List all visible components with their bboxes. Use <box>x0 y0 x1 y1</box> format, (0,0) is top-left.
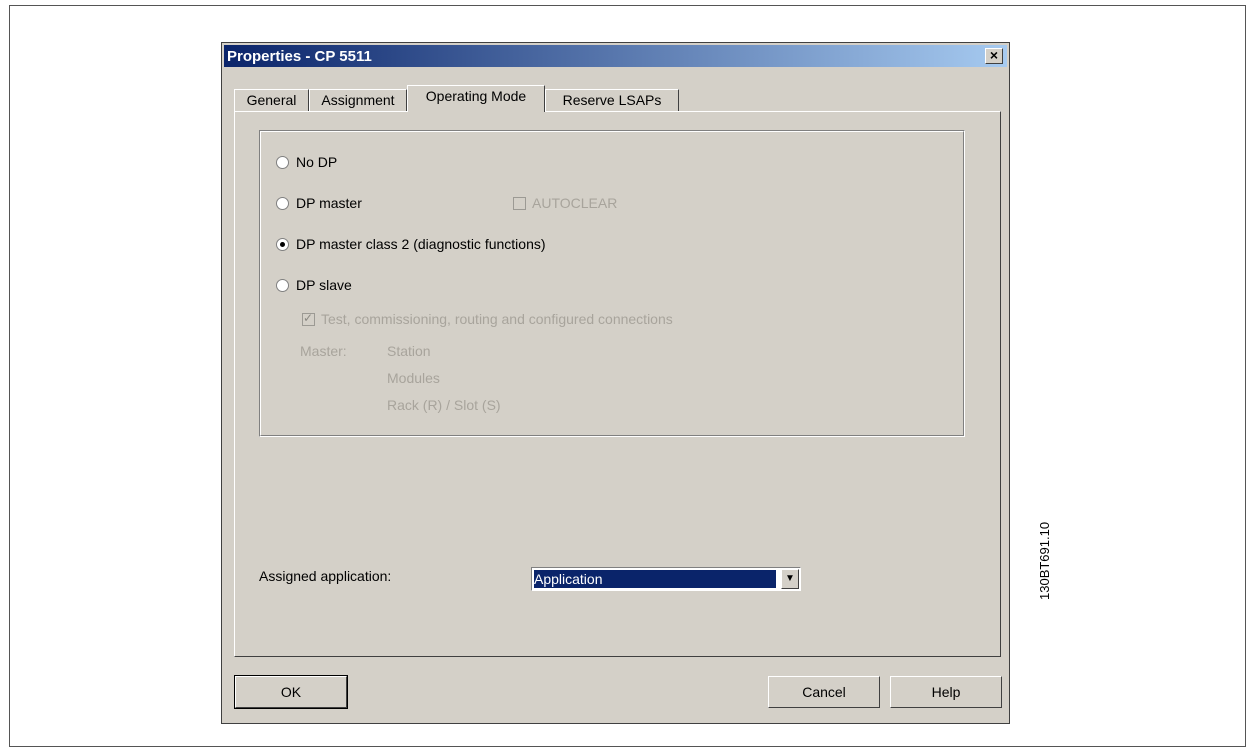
radio-dp-master[interactable]: DP master <box>276 195 362 211</box>
radio-no-dp[interactable]: No DP <box>276 154 337 170</box>
tab-operating-mode[interactable]: Operating Mode <box>407 85 545 112</box>
radio-dp-master-class2[interactable]: DP master class 2 (diagnostic functions) <box>276 236 546 252</box>
rack-slot-label: Rack (R) / Slot (S) <box>387 397 501 413</box>
cancel-button[interactable]: Cancel <box>768 676 880 708</box>
station-label: Station <box>387 343 431 359</box>
radio-dp-master-class2-label: DP master class 2 (diagnostic functions) <box>296 236 546 252</box>
master-label: Master: <box>300 343 347 359</box>
figure-code: 130BT691.10 <box>1037 521 1052 600</box>
operating-mode-group: No DP DP master AUTOCLEAR DP master clas… <box>259 130 965 437</box>
ok-button[interactable]: OK <box>234 675 348 709</box>
assigned-application-label: Assigned application: <box>259 568 392 584</box>
title-bar: Properties - CP 5511 × <box>224 45 1007 67</box>
chevron-down-icon[interactable]: ▼ <box>781 569 799 589</box>
radio-button-selected[interactable] <box>276 238 289 251</box>
tab-assignment[interactable]: Assignment <box>309 89 407 111</box>
assigned-application-value: Application <box>534 570 776 588</box>
assigned-application-select[interactable]: Application ▼ <box>531 567 801 591</box>
radio-dp-slave-label: DP slave <box>296 277 352 293</box>
help-button[interactable]: Help <box>890 676 1002 708</box>
radio-dp-master-label: DP master <box>296 195 362 211</box>
checkbox-test-commissioning[interactable]: Test, commissioning, routing and configu… <box>302 311 673 327</box>
close-icon[interactable]: × <box>985 48 1003 64</box>
checkbox-checked[interactable] <box>302 311 315 326</box>
properties-dialog: Properties - CP 5511 × General Assignmen… <box>221 42 1010 724</box>
autoclear-label: AUTOCLEAR <box>532 195 618 211</box>
operating-mode-panel: No DP DP master AUTOCLEAR DP master clas… <box>234 111 1001 657</box>
tab-reserve-lsaps[interactable]: Reserve LSAPs <box>545 89 679 111</box>
test-commissioning-label: Test, commissioning, routing and configu… <box>321 311 673 327</box>
checkbox-autoclear[interactable]: AUTOCLEAR <box>513 195 617 211</box>
radio-button[interactable] <box>276 197 289 210</box>
radio-dp-slave[interactable]: DP slave <box>276 277 352 293</box>
modules-label: Modules <box>387 370 440 386</box>
radio-no-dp-label: No DP <box>296 154 338 170</box>
tab-general[interactable]: General <box>234 89 309 111</box>
radio-button[interactable] <box>276 156 289 169</box>
radio-button[interactable] <box>276 279 289 292</box>
dialog-title: Properties - CP 5511 <box>227 48 372 65</box>
checkbox[interactable] <box>513 197 526 210</box>
